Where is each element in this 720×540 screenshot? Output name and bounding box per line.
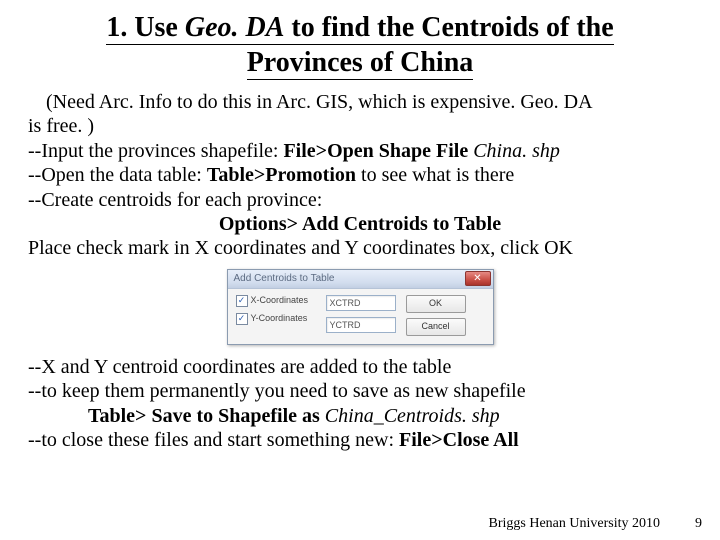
page-number: 9 xyxy=(695,516,702,532)
line-input-pre: --Input the provinces shapefile: xyxy=(28,140,283,162)
slide-title: 1. Use Geo. DA to find the Centroids of … xyxy=(28,10,692,80)
line-input-bold: File>Open Shape File xyxy=(283,140,468,162)
line-save-italic: China_Centroids. shp xyxy=(320,405,500,427)
add-centroids-dialog: Add Centroids to Table ✕ ✓ X-Coordinates… xyxy=(227,269,494,345)
checkmark-icon: ✓ xyxy=(236,313,248,325)
x-coordinates-checkbox[interactable]: ✓ X-Coordinates xyxy=(236,295,316,307)
line-table-pre: --Open the data table: xyxy=(28,164,207,186)
title-geoda: Geo. DA xyxy=(185,12,285,43)
cancel-button[interactable]: Cancel xyxy=(406,318,466,336)
line-table-bold: Table>Promotion xyxy=(207,164,356,186)
title-middle: to find the Centroids of the xyxy=(284,12,613,43)
line-save-bold: Table> Save to Shapefile as xyxy=(88,405,320,427)
title-prefix: 1. Use xyxy=(106,12,185,43)
dialog-title: Add Centroids to Table xyxy=(234,273,465,285)
y-field-input[interactable]: YCTRD xyxy=(326,317,396,333)
close-icon[interactable]: ✕ xyxy=(465,271,491,286)
line-close-bold: File>Close All xyxy=(399,429,519,451)
y-coordinates-checkbox[interactable]: ✓ Y-Coordinates xyxy=(236,313,316,325)
y-coordinates-label: Y-Coordinates xyxy=(251,313,308,324)
line-options-bold: Options> Add Centroids to Table xyxy=(28,212,692,236)
x-field-input[interactable]: XCTRD xyxy=(326,295,396,311)
line-create: --Create centroids for each province: xyxy=(28,188,692,212)
line-keep: --to keep them permanently you need to s… xyxy=(28,379,692,403)
line-close-pre: --to close these files and start somethi… xyxy=(28,429,399,451)
note-line2: is free. ) xyxy=(28,114,692,138)
title-line2: Provinces of China xyxy=(247,47,474,78)
footer-text: Briggs Henan University 2010 xyxy=(489,516,660,532)
line-input-italic: China. shp xyxy=(468,140,560,162)
line-table-post: to see what is there xyxy=(356,164,514,186)
line-added: --X and Y centroid coordinates are added… xyxy=(28,355,692,379)
slide-body: (Need Arc. Info to do this in Arc. GIS, … xyxy=(28,90,692,452)
line-checkmark: Place check mark in X coordinates and Y … xyxy=(28,236,692,260)
note-line1: (Need Arc. Info to do this in Arc. GIS, … xyxy=(46,90,692,114)
x-coordinates-label: X-Coordinates xyxy=(251,295,309,306)
ok-button[interactable]: OK xyxy=(406,295,466,313)
checkmark-icon: ✓ xyxy=(236,295,248,307)
